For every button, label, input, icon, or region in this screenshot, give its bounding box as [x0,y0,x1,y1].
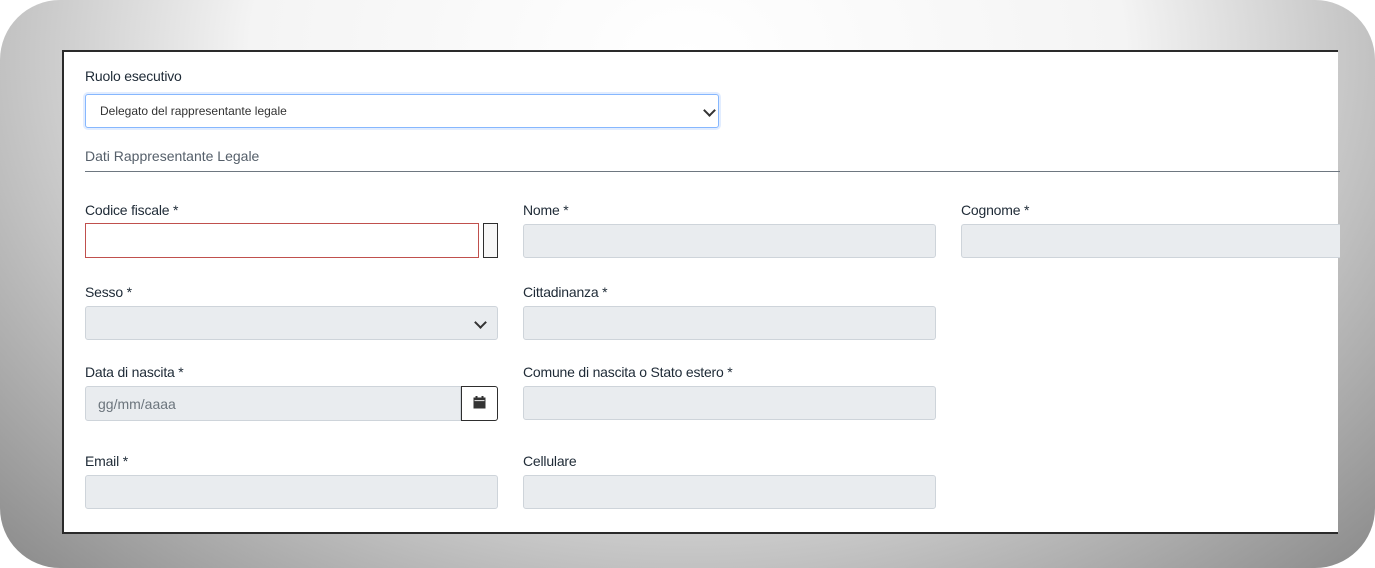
sesso-select[interactable] [85,306,498,340]
section-divider [85,171,1340,172]
codice-fiscale-input[interactable] [85,223,479,258]
calendar-button[interactable] [461,386,498,421]
nome-input[interactable] [523,224,936,258]
cittadinanza-label: Cittadinanza * [523,284,608,300]
codice-fiscale-label: Codice fiscale * [85,202,179,218]
cognome-input[interactable] [961,224,1340,258]
section-title: Dati Rappresentante Legale [85,148,260,164]
codice-fiscale-action-button[interactable] [483,223,498,258]
calendar-icon [473,396,486,409]
cellulare-input[interactable] [523,475,936,509]
form-panel: Ruolo esecutivo Delegato del rappresenta… [62,50,1340,534]
role-select-value: Delegato del rappresentante legale [100,104,287,118]
data-nascita-placeholder: gg/mm/aaaa [98,396,176,412]
role-label: Ruolo esecutivo [85,68,182,84]
data-nascita-input[interactable]: gg/mm/aaaa [85,386,461,421]
email-label: Email * [85,453,128,469]
comune-nascita-label: Comune di nascita o Stato estero * [523,364,733,380]
cittadinanza-input[interactable] [523,306,936,340]
cellulare-label: Cellulare [523,453,577,469]
role-select[interactable]: Delegato del rappresentante legale [85,94,719,128]
cognome-label: Cognome * [961,202,1030,218]
comune-nascita-input[interactable] [523,386,936,420]
nome-label: Nome * [523,202,569,218]
chevron-down-icon [703,104,716,117]
chevron-down-icon [474,316,487,329]
data-nascita-label: Data di nascita * [85,364,184,380]
sesso-label: Sesso * [85,284,132,300]
email-input[interactable] [85,475,498,509]
